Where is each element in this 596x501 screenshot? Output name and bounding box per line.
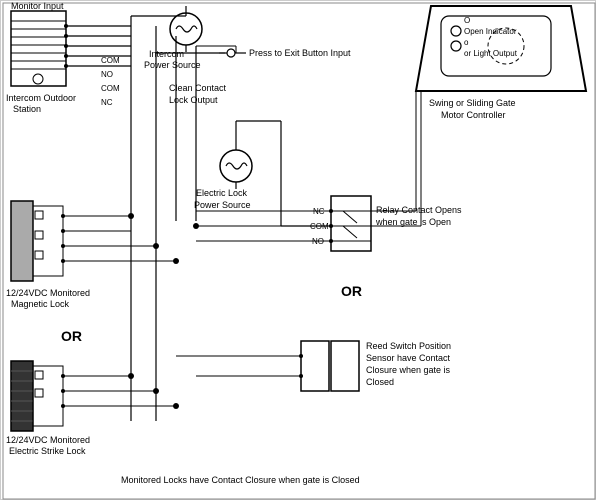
svg-text:O: O xyxy=(464,16,470,25)
magnetic-lock-label2: Magnetic Lock xyxy=(11,299,70,309)
press-exit-label: Press to Exit Button Input xyxy=(249,48,351,58)
svg-text:Open Indicator: Open Indicator xyxy=(464,27,517,36)
relay-contact-label: Relay Contact Opens xyxy=(376,205,462,215)
wiring-diagram: Monitor Input Intercom Outdoor Station I… xyxy=(0,0,596,500)
monitored-locks-label: Monitored Locks have Contact Closure whe… xyxy=(121,475,360,485)
reed-switch-label3: Closure when gate is xyxy=(366,365,451,375)
intercom-power-label2: Power Source xyxy=(144,60,201,70)
electric-strike-label2: Electric Strike Lock xyxy=(9,446,86,456)
clean-contact-label: Clean Contact xyxy=(169,83,227,93)
svg-text:COM: COM xyxy=(101,56,120,65)
reed-switch-label4: Closed xyxy=(366,377,394,387)
reed-switch-label: Reed Switch Position xyxy=(366,341,451,351)
magnetic-lock-label: 12/24VDC Monitored xyxy=(6,288,90,298)
reed-switch-label2: Sensor have Contact xyxy=(366,353,451,363)
swing-gate-label2: Motor Controller xyxy=(441,110,506,120)
electric-lock-power-label2: Power Source xyxy=(194,200,251,210)
intercom-outdoor-label2: Station xyxy=(13,104,41,114)
or-label-top: OR xyxy=(61,328,82,344)
svg-text:NO: NO xyxy=(101,70,113,79)
electric-strike-label: 12/24VDC Monitored xyxy=(6,435,90,445)
or-label-bottom: OR xyxy=(341,283,362,299)
electric-lock-power-label: Electric Lock xyxy=(196,188,248,198)
monitor-input-label: Monitor Input xyxy=(11,1,64,11)
svg-text:o: o xyxy=(464,38,469,47)
intercom-outdoor-label: Intercom Outdoor xyxy=(6,93,76,103)
intercom-power-label: Intercom xyxy=(149,49,184,59)
svg-text:or Light Output: or Light Output xyxy=(464,49,518,58)
svg-text:NC: NC xyxy=(101,98,113,107)
swing-gate-label: Swing or Sliding Gate xyxy=(429,98,516,108)
svg-text:COM: COM xyxy=(101,84,120,93)
